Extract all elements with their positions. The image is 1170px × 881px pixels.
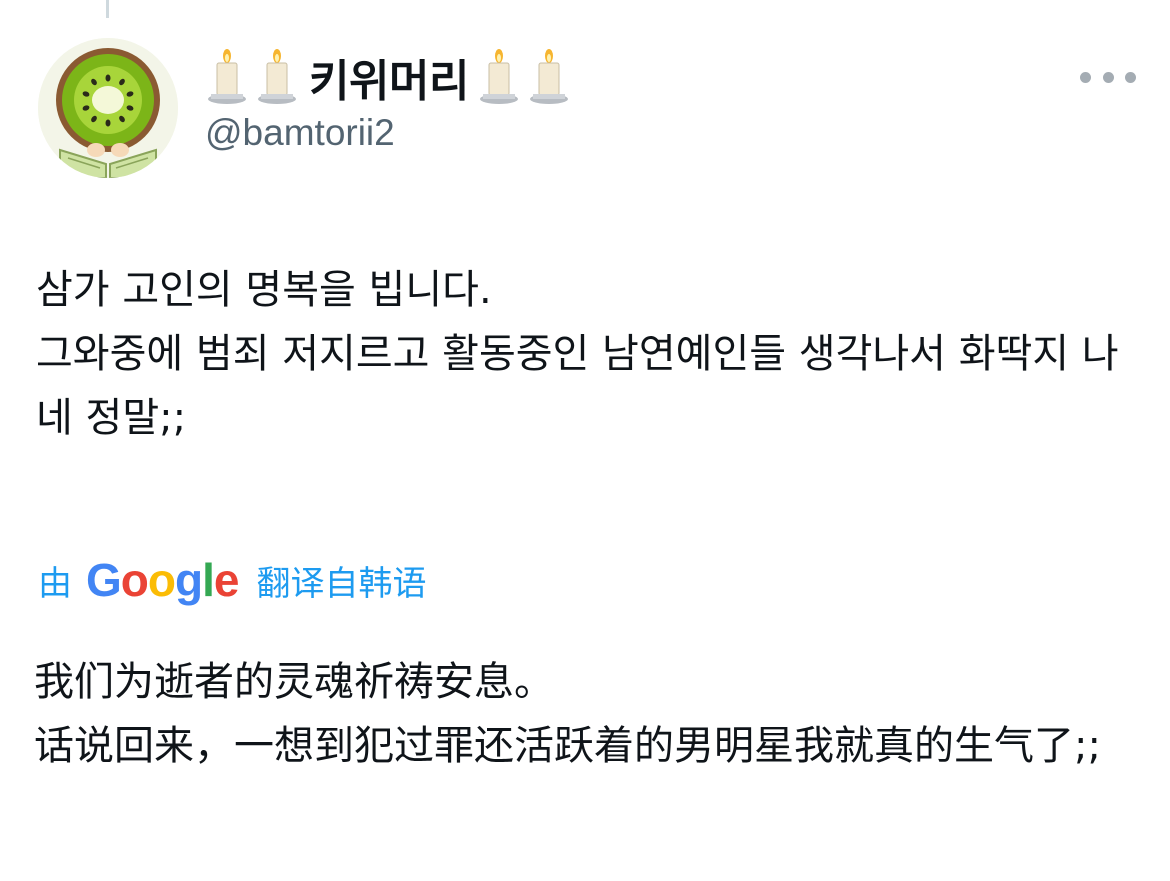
tweet-line: 삼가 고인의 명복을 빕니다. bbox=[36, 267, 492, 313]
candle-icon bbox=[205, 47, 249, 107]
thread-connector-line bbox=[106, 0, 109, 18]
translated-line: 话说回来，一想到犯过罪还活跃着的男明星我就真的生气了;; bbox=[34, 723, 1101, 769]
tweet-line: 그와중에 범죄 저지르고 활동중인 남연예인들 생각나서 화딱지 나네 정말;; bbox=[36, 331, 1119, 441]
google-logo: Google bbox=[86, 553, 240, 607]
more-horizontal-icon bbox=[1125, 71, 1136, 83]
google-logo-letter: l bbox=[202, 554, 215, 606]
translated-body: 我们为逝者的灵魂祈祷安息。 话说回来，一想到犯过罪还活跃着的男明星我就真的生气了… bbox=[34, 650, 1134, 778]
candle-icon bbox=[255, 47, 299, 107]
google-logo-letter: e bbox=[213, 554, 240, 606]
translation-by-label: 由 bbox=[38, 563, 72, 604]
google-logo-letter: o bbox=[120, 554, 149, 606]
kiwi-avatar-icon[interactable] bbox=[38, 38, 178, 178]
translation-attribution[interactable]: 由 Google 翻译自韩语 bbox=[38, 552, 426, 608]
author-display-name[interactable]: 키위머리 bbox=[309, 45, 469, 109]
translated-from-link[interactable]: 翻译自韩语 bbox=[256, 556, 426, 605]
candle-icon bbox=[477, 47, 521, 107]
tweet-body: 삼가 고인의 명복을 빕니다. 그와중에 범죄 저지르고 활동중인 남연예인들 … bbox=[36, 258, 1136, 450]
google-logo-letter: o bbox=[147, 554, 176, 606]
more-horizontal-icon bbox=[1102, 71, 1114, 83]
more-options-button[interactable] bbox=[1080, 62, 1136, 92]
candle-icon bbox=[527, 47, 571, 107]
google-logo-letter: g bbox=[175, 554, 203, 606]
author-handle[interactable]: @bamtorii2 bbox=[205, 112, 395, 154]
more-horizontal-icon bbox=[1080, 71, 1091, 83]
author-name-row[interactable]: 키위머리 bbox=[205, 44, 577, 110]
google-logo-letter: G bbox=[86, 554, 122, 606]
translated-line: 我们为逝者的灵魂祈祷安息。 bbox=[34, 659, 554, 705]
